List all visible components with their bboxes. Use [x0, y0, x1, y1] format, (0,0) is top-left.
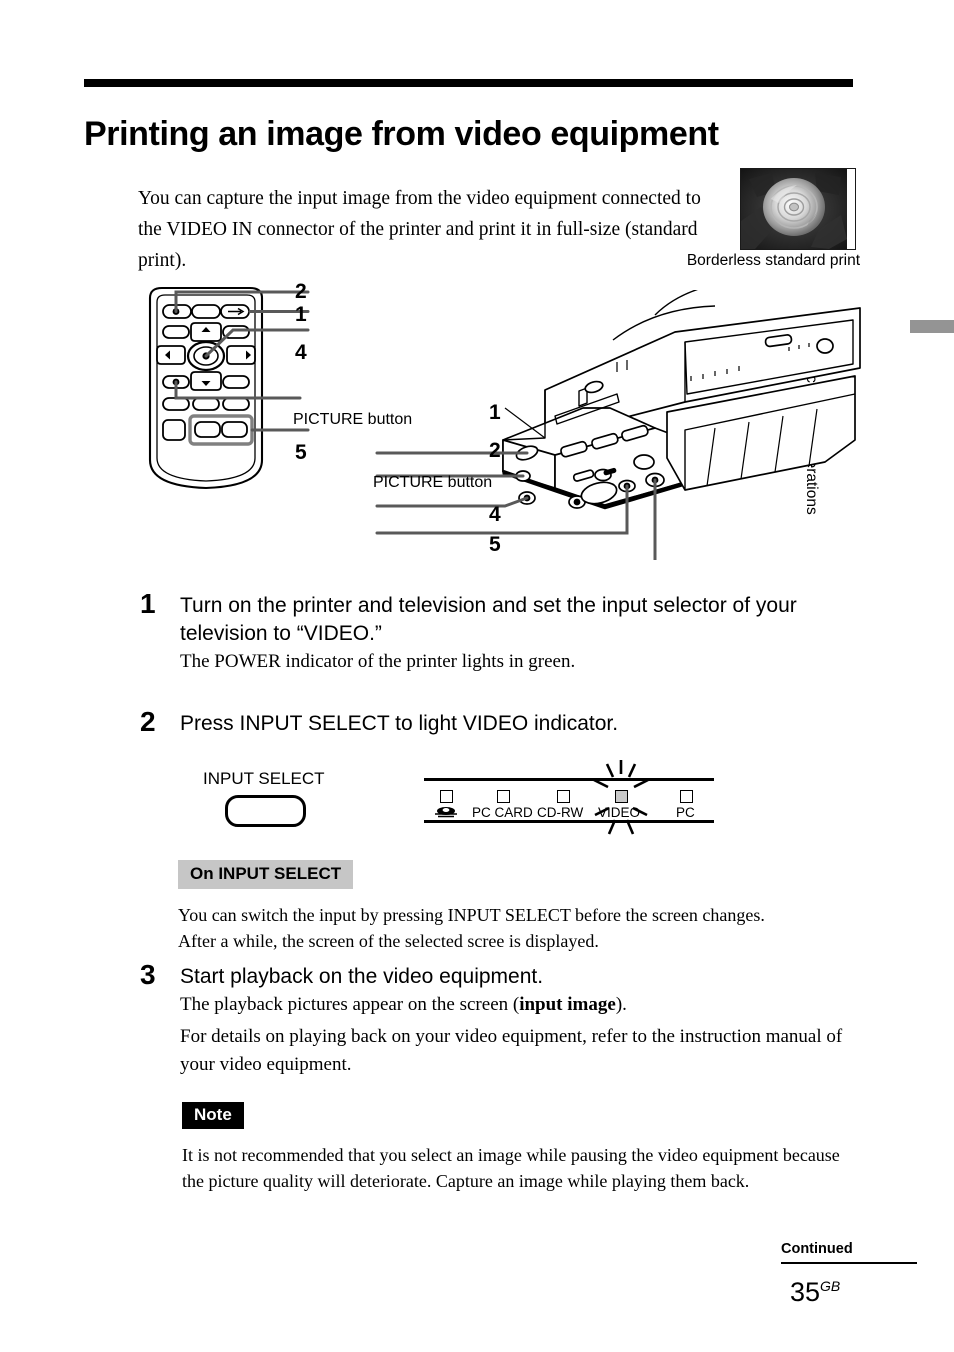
step-3-body-prefix: The playback pictures appear on the scre…	[180, 994, 520, 1015]
note-box-text: It is not recommended that you select an…	[182, 1145, 840, 1191]
page-number-suffix: GB	[820, 1278, 841, 1294]
step-3-body-line-1: The playback pictures appear on the scre…	[180, 991, 856, 1019]
led-pc-card	[497, 790, 510, 803]
step-1-number: 1	[140, 588, 156, 619]
led-label-pc: PC	[676, 805, 695, 820]
step-3-body-line-2: For details on playing back on your vide…	[180, 1026, 843, 1075]
printer-callout-picture-button: PICTURE button	[373, 474, 493, 491]
remote-callout-5: 5	[295, 441, 307, 464]
step-1: 1 Turn on the printer and television and…	[140, 588, 856, 676]
step-1-heading: Turn on the printer and television and s…	[180, 594, 797, 645]
thumbnail-caption: Borderless standard print	[686, 252, 860, 269]
continued-rule	[781, 1262, 917, 1264]
led-memory-stick	[440, 790, 453, 803]
tip-box-line-2: After a while, the screen of the selecte…	[178, 931, 599, 951]
step-3-body-suffix: ).	[615, 994, 627, 1015]
note-box-heading: Note	[182, 1102, 244, 1129]
led-label-pc-card: PC CARD	[472, 805, 533, 820]
printer-callout-2: 2	[489, 439, 501, 462]
printer-callout-4: 4	[489, 503, 501, 526]
page-number: 35GB	[790, 1277, 840, 1308]
led-label-cd-rw: CD-RW	[537, 805, 584, 820]
step-1-body: The POWER indicator of the printer light…	[180, 651, 576, 672]
page-number-value: 35	[790, 1277, 821, 1307]
step-2-heading: Press INPUT SELECT to light VIDEO indica…	[180, 712, 619, 735]
printer-diagram	[375, 290, 861, 560]
printer-callout-5: 5	[489, 533, 501, 556]
step-2-number: 2	[140, 706, 156, 737]
side-tab-marker	[910, 320, 954, 333]
memory-stick-icon	[435, 807, 457, 818]
note-box: Note It is not recommended that you sele…	[182, 1102, 858, 1194]
step-3-body-emphasis: input image	[519, 994, 616, 1015]
led-cd-rw	[557, 790, 570, 803]
input-select-button[interactable]	[225, 795, 306, 827]
remote-callout-2: 2	[295, 280, 307, 303]
tip-box: On INPUT SELECT You can switch the input…	[178, 860, 868, 954]
remote-callout-1: 1	[295, 303, 307, 326]
continued-label: Continued	[781, 1241, 853, 1257]
step-3-heading: Start playback on the video equipment.	[180, 965, 544, 988]
printer-callout-1: 1	[489, 401, 501, 424]
panel-bottom-rule	[424, 820, 714, 823]
panel-top-rule	[424, 778, 714, 781]
step-3-number: 3	[140, 959, 156, 990]
tip-box-line-1: You can switch the input by pressing INP…	[178, 905, 765, 925]
title-rule	[84, 79, 853, 87]
step-3: 3 Start playback on the video equipment.…	[140, 959, 856, 1079]
borderless-print-thumbnail	[740, 168, 856, 250]
input-indicator-panel: PC CARD CD-RW VIDEO PC	[424, 760, 714, 835]
step-2: 2 Press INPUT SELECT to light VIDEO indi…	[140, 706, 856, 738]
remote-callout-4: 4	[295, 341, 307, 364]
led-pc	[680, 790, 693, 803]
rose-photo-icon	[741, 169, 855, 249]
page-title: Printing an image from video equipment	[84, 114, 719, 153]
input-select-label: INPUT SELECT	[203, 769, 325, 788]
tip-box-heading: On INPUT SELECT	[178, 860, 354, 889]
blink-rays-icon	[593, 760, 649, 835]
